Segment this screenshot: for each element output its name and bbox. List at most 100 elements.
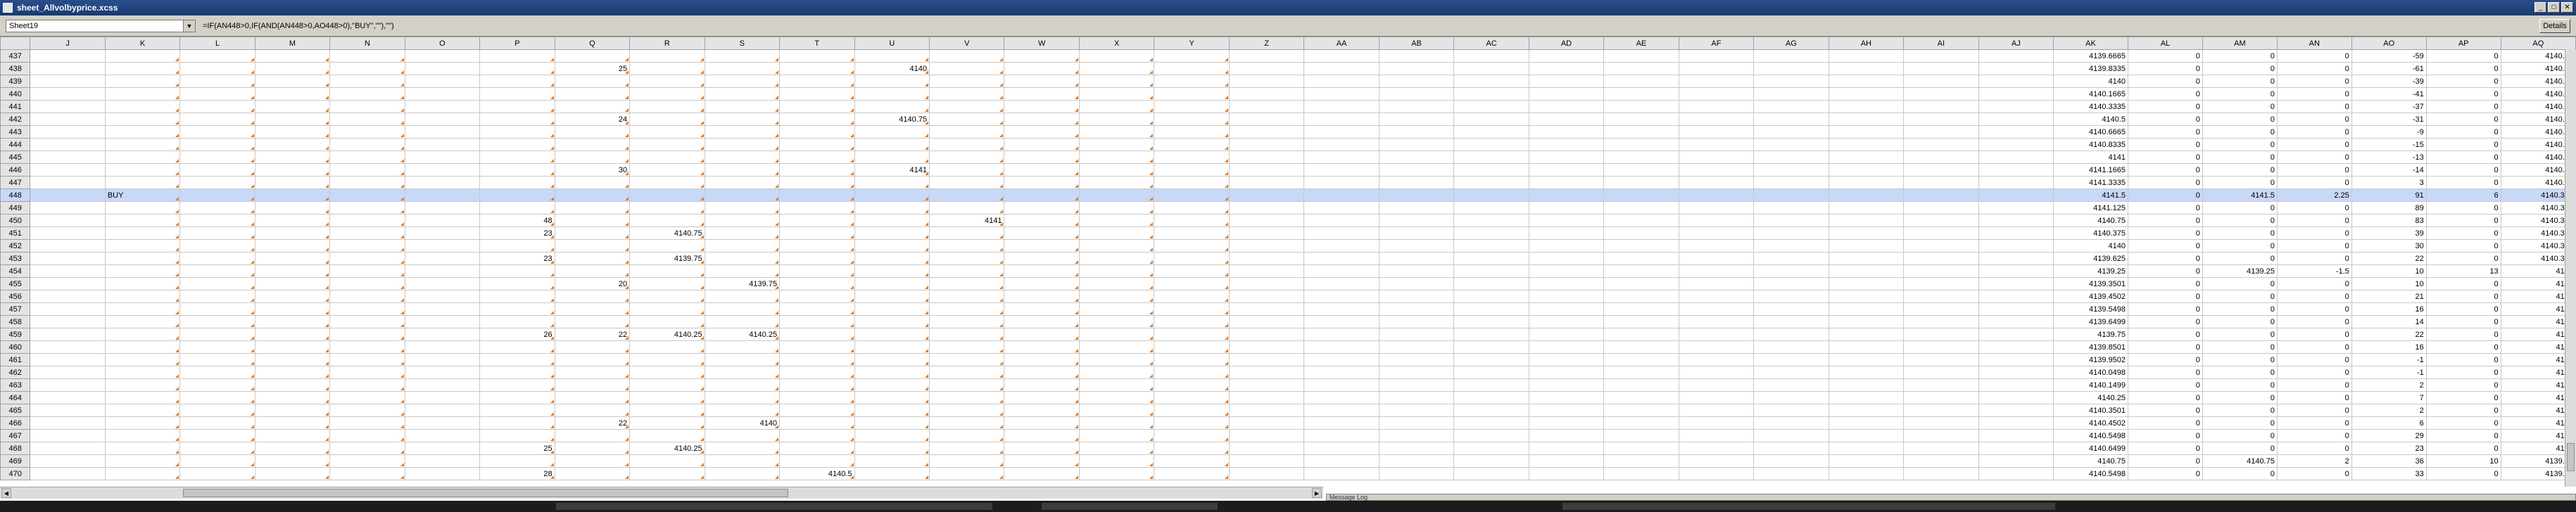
cell[interactable] [1753,302,1829,316]
cell[interactable]: -31 [2351,113,2427,126]
cell[interactable] [554,302,631,316]
cell[interactable] [179,391,255,404]
column-header[interactable]: Y [1154,37,1230,50]
cell[interactable] [1753,277,1829,290]
cell[interactable] [104,366,181,379]
cell[interactable]: 0 [2425,429,2501,442]
cell[interactable]: 4140.5498 [2053,467,2128,480]
maximize-button[interactable]: □ [2548,2,2560,13]
cell[interactable] [179,378,255,392]
cell[interactable]: 0 [2425,252,2501,265]
cell[interactable] [554,290,631,303]
cell[interactable] [404,201,481,215]
cell[interactable] [1228,366,1305,379]
close-button[interactable]: ✕ [2561,2,2573,13]
cell[interactable] [629,214,705,227]
cell[interactable]: 0 [2127,49,2203,63]
cell[interactable] [254,429,331,442]
cell[interactable] [30,302,106,316]
cell[interactable] [1154,404,1230,417]
cell[interactable]: 0 [2276,176,2352,189]
cell[interactable] [1978,315,2054,328]
cell[interactable] [404,239,481,252]
cell[interactable] [854,201,930,215]
cell[interactable] [104,454,181,468]
cell[interactable]: 0 [2276,113,2352,126]
cell[interactable] [1978,87,2054,101]
cell[interactable] [1453,290,1529,303]
cell[interactable] [1303,302,1379,316]
minimize-button[interactable]: _ [2534,2,2546,13]
cell[interactable] [30,467,106,480]
cell[interactable] [1228,188,1305,202]
cell[interactable]: 16 [2351,302,2427,316]
cell[interactable] [1903,366,1979,379]
cell[interactable] [1528,290,1605,303]
cell[interactable] [629,75,705,88]
cell[interactable] [1004,176,1080,189]
cell[interactable] [1828,113,1905,126]
cell[interactable] [554,404,631,417]
cell[interactable] [479,75,555,88]
cell[interactable] [1603,429,1679,442]
cell[interactable] [554,100,631,113]
cell[interactable] [1978,176,2054,189]
cell[interactable] [329,100,405,113]
cell[interactable] [179,138,255,151]
cell[interactable] [1453,151,1529,164]
cell[interactable]: 0 [2127,100,2203,113]
cell[interactable] [1978,302,2054,316]
cell[interactable] [928,176,1005,189]
cell[interactable] [30,62,106,75]
cell[interactable]: 36 [2351,454,2427,468]
cell[interactable] [1078,366,1155,379]
cell[interactable] [704,467,781,480]
cell[interactable] [554,239,631,252]
cell[interactable] [704,442,781,455]
row-header[interactable]: 469 [0,454,31,468]
cell[interactable] [1528,416,1605,430]
cell[interactable] [1453,214,1529,227]
cell[interactable] [1228,176,1305,189]
row-header[interactable]: 462 [0,366,31,379]
cell[interactable] [1903,454,1979,468]
scroll-left-icon[interactable]: ◀ [1,488,11,498]
cell[interactable] [479,239,555,252]
cell[interactable]: 4140.25 [629,328,705,341]
cell[interactable] [1078,151,1155,164]
cell[interactable] [1753,416,1829,430]
cell[interactable] [704,49,781,63]
cell[interactable]: 10 [2351,264,2427,278]
vertical-scroll-thumb[interactable] [2567,443,2575,471]
cell[interactable] [1004,391,1080,404]
cell[interactable] [704,378,781,392]
cell[interactable] [30,239,106,252]
row-header[interactable]: 470 [0,467,31,480]
cell[interactable] [1004,315,1080,328]
cell[interactable]: 4140.8335 [2053,138,2128,151]
cell[interactable] [854,328,930,341]
cell[interactable] [854,442,930,455]
cell[interactable]: 23 [479,252,555,265]
cell[interactable] [554,454,631,468]
cell[interactable] [1528,176,1605,189]
cell[interactable] [1753,201,1829,215]
cell[interactable] [629,429,705,442]
cell[interactable] [1378,467,1455,480]
row-header[interactable]: 460 [0,340,31,354]
cell[interactable]: 0 [2127,442,2203,455]
cell[interactable]: 4141 [2053,151,2128,164]
column-header[interactable] [0,37,31,50]
cell[interactable] [1828,100,1905,113]
cell[interactable] [1828,75,1905,88]
cell[interactable] [1154,138,1230,151]
cell[interactable]: 0 [2202,340,2278,354]
cell[interactable] [30,391,106,404]
cell[interactable] [1753,442,1829,455]
cell[interactable] [1903,188,1979,202]
cell[interactable] [479,49,555,63]
cell[interactable] [1903,151,1979,164]
cell[interactable]: 4139.8501 [2053,340,2128,354]
cell[interactable] [104,214,181,227]
cell[interactable] [779,416,855,430]
